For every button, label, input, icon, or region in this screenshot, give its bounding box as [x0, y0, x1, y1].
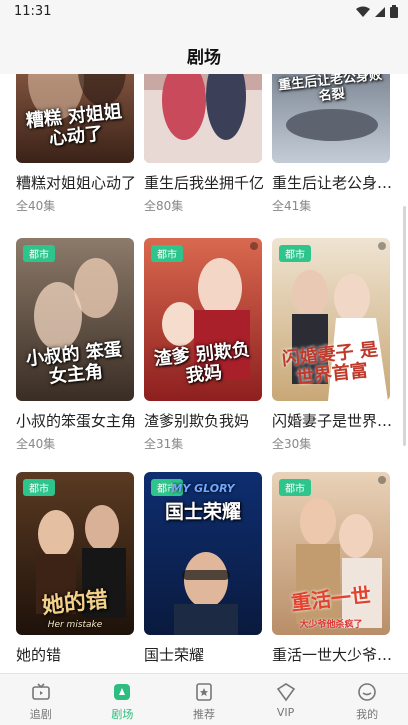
show-title: 重活一世大少爷他杀疯了 [272, 646, 394, 664]
episode-count: 全40集 [16, 199, 56, 213]
wifi-icon [356, 6, 370, 17]
nav-label: 剧场 [111, 708, 134, 721]
show-poster[interactable]: 糟糕 对姐姐心动了 [16, 74, 134, 163]
show-poster[interactable]: 都市 她的错 Her mistake [16, 472, 134, 635]
show-grid-scroll[interactable]: 糟糕 对姐姐心动了 糟糕对姐姐心动了 全40集 重生后我坐拥千亿 全80集 重生… [0, 74, 408, 673]
episode-count: 全30集 [272, 437, 312, 451]
nav-item-follow[interactable]: 追剧 [0, 674, 82, 725]
nav-label: 追剧 [29, 708, 52, 721]
tv-icon [31, 683, 50, 700]
genre-tag: 都市 [279, 245, 311, 262]
poster-subtitle: Her mistake [47, 620, 103, 630]
status-bar: 11:31 [0, 0, 408, 26]
scrollbar[interactable] [403, 206, 406, 446]
show-poster[interactable]: 都市 渣爹 别欺负我妈 [144, 238, 262, 401]
bottom-nav: 追剧 剧场 推荐 VIP 我的 [0, 673, 408, 725]
nav-label: 推荐 [192, 708, 215, 721]
theater-icon [114, 684, 131, 700]
show-poster[interactable]: 都市 重活一世 大少爷他杀疯了 [272, 472, 390, 635]
show-title: 小叔的笨蛋女主角 [16, 412, 137, 430]
nav-item-profile[interactable]: 我的 [326, 674, 408, 725]
show-poster[interactable]: 都市 小叔的 笨蛋女主角 [16, 238, 134, 401]
nav-label: VIP [276, 706, 295, 719]
genre-tag: 都市 [23, 245, 55, 262]
show-title: 重生后让老公身败名裂 [272, 174, 394, 192]
nav-item-theater[interactable]: 剧场 [82, 674, 164, 725]
battery-icon [390, 5, 398, 18]
page-title: 剧场 [187, 48, 221, 68]
episode-count: 全41集 [272, 199, 312, 213]
show-title: 渣爹别欺负我妈 [144, 412, 250, 430]
close-icon[interactable] [378, 476, 386, 484]
header: 剧场 [0, 26, 408, 74]
poster-subtitle: 大少爷他杀疯了 [299, 620, 363, 630]
profile-icon [358, 683, 376, 701]
genre-tag: 都市 [279, 479, 311, 496]
status-icons [356, 5, 398, 18]
show-title: 重生后我坐拥千亿 [144, 174, 265, 192]
show-title: 国士荣耀 [144, 646, 205, 664]
nav-label: 我的 [356, 708, 379, 721]
recommend-icon [196, 683, 212, 701]
signal-icon [375, 6, 385, 17]
episode-count: 全80集 [144, 199, 184, 213]
episode-count: 全40集 [16, 437, 56, 451]
show-poster[interactable] [144, 74, 262, 163]
show-title: 糟糕对姐姐心动了 [16, 174, 137, 192]
genre-tag: 都市 [151, 245, 183, 262]
show-poster[interactable]: 都市 MY GLORY 国士荣耀 [144, 472, 262, 635]
close-icon[interactable] [378, 242, 386, 250]
show-title: 她的错 [16, 646, 62, 664]
vip-icon [276, 683, 295, 702]
nav-item-recommend[interactable]: 推荐 [163, 674, 245, 725]
status-time: 11:31 [14, 4, 52, 19]
show-title: 闪婚妻子是世界首富 [272, 412, 394, 430]
show-poster[interactable]: 都市 闪婚妻子 是世界首富 [272, 238, 390, 401]
show-poster[interactable]: 重生后让老公身败名裂 [272, 74, 390, 163]
poster-title: 国士荣耀 [164, 501, 241, 523]
genre-tag: 都市 [23, 479, 55, 496]
close-icon[interactable] [250, 242, 258, 250]
nav-item-vip[interactable]: VIP [245, 674, 327, 725]
poster-subtitle: MY GLORY [171, 482, 235, 495]
episode-count: 全31集 [144, 437, 184, 451]
